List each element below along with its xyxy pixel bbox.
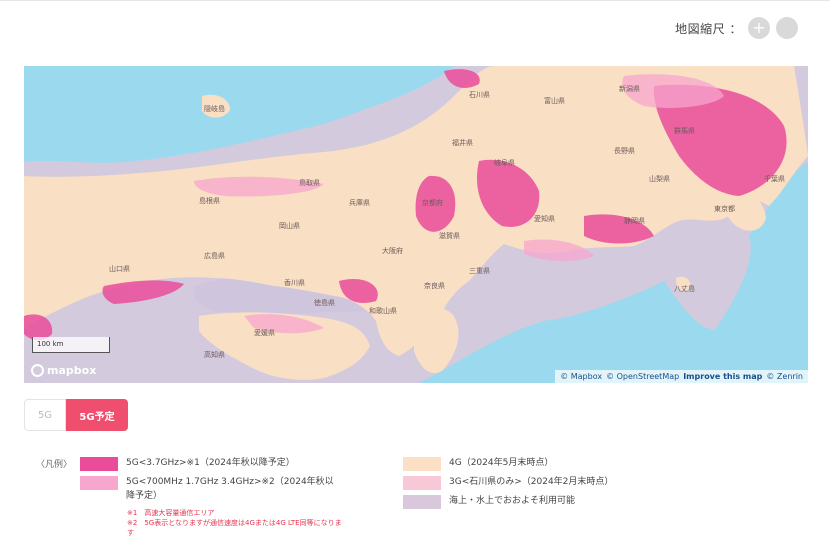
region-label: 岐阜県 <box>494 159 515 167</box>
region-label: 山口県 <box>109 265 130 273</box>
region-label: 静岡県 <box>624 217 645 225</box>
tab-5g-planned[interactable]: 5G予定 <box>66 399 128 431</box>
attribution-osm-link[interactable]: © OpenStreetMap <box>606 372 679 381</box>
legend-swatch <box>403 495 441 509</box>
region-label: 石川県 <box>469 91 490 99</box>
region-label: 奈良県 <box>424 282 445 290</box>
region-label: 高知県 <box>204 351 225 359</box>
region-label: 群馬県 <box>674 127 695 135</box>
map-attribution: © Mapbox © OpenStreetMap Improve this ma… <box>555 370 808 383</box>
network-tabs: 5G 5G予定 <box>24 399 128 431</box>
region-label: 徳島県 <box>314 299 335 307</box>
improve-map-link[interactable]: Improve this map <box>683 372 762 381</box>
region-label: 滋賀県 <box>439 232 460 240</box>
legend-swatch <box>80 476 118 490</box>
legend-swatch <box>403 476 441 490</box>
attribution-zenrin-link[interactable]: © Zenrin <box>766 372 803 381</box>
region-label: 福井県 <box>452 139 473 147</box>
legend-swatch <box>403 457 441 471</box>
region-label: 三重県 <box>469 267 490 275</box>
legend-swatch <box>80 457 118 471</box>
legend-item: 海上・水上でおおよそ利用可能 <box>403 495 575 509</box>
legend-notes: ※1 高速大容量通信エリア ※2 5G表示となりますが通信速度は4Gまたは4G … <box>127 508 347 538</box>
coverage-map[interactable]: 隠岐島 石川県 富山県 新潟県 福井県 岐阜県 長野県 群馬県 山梨県 静岡県 … <box>24 66 808 383</box>
zoom-in-button[interactable]: + <box>748 17 770 39</box>
mapbox-logo-icon <box>31 364 44 377</box>
region-label: 山梨県 <box>649 175 670 183</box>
legend-label: 5G<3.7GHz>※1（2024年秋以降予定） <box>126 458 295 468</box>
legend-item: 4G（2024年5月末時点） <box>403 457 553 471</box>
region-label: 大阪府 <box>382 247 403 255</box>
mapbox-logo-text: mapbox <box>47 364 97 377</box>
region-label: 千葉県 <box>764 175 785 183</box>
scale-bar: 100 km <box>32 337 110 353</box>
legend-note: ※1 高速大容量通信エリア <box>127 509 215 517</box>
region-label: 京都府 <box>422 199 443 207</box>
legend-item: 3G<石川県のみ>（2024年2月末時点） <box>403 476 613 490</box>
legend-note: ※2 5G表示となりますが通信速度は4Gまたは4G LTE同等になります <box>127 519 342 538</box>
region-label: 八丈島 <box>674 285 695 293</box>
legend-label: 海上・水上でおおよそ利用可能 <box>449 496 576 506</box>
legend-label: 5G<700MHz 1.7GHz 3.4GHz>※2（2024年秋以降予定） <box>126 477 334 501</box>
region-label: 富山県 <box>544 97 565 105</box>
legend-item: 5G<3.7GHz>※1（2024年秋以降予定） <box>80 457 295 471</box>
tab-5g[interactable]: 5G <box>24 399 66 431</box>
legend-label: 4G（2024年5月末時点） <box>449 458 554 468</box>
mapbox-logo[interactable]: mapbox <box>31 364 96 377</box>
map-canvas <box>24 66 808 383</box>
region-label: 隠岐島 <box>204 105 225 113</box>
legend-label: 3G<石川県のみ>（2024年2月末時点） <box>449 477 614 487</box>
region-label: 和歌山県 <box>369 307 397 315</box>
region-label: 愛媛県 <box>254 329 275 337</box>
region-label: 新潟県 <box>619 85 640 93</box>
legend-item: 5G<700MHz 1.7GHz 3.4GHz>※2（2024年秋以降予定） <box>80 476 336 503</box>
region-label: 愛知県 <box>534 215 555 223</box>
region-label: 兵庫県 <box>349 199 370 207</box>
top-divider <box>0 0 830 1</box>
zoom-control: 地図縮尺 ： + <box>675 17 798 39</box>
region-label: 島根県 <box>199 197 220 205</box>
zoom-label: 地図縮尺 ： <box>675 21 742 36</box>
region-label: 長野県 <box>614 147 635 155</box>
region-label: 広島県 <box>204 252 225 260</box>
scale-label: 100 km <box>37 340 64 348</box>
region-label: 東京都 <box>714 205 735 213</box>
legend-heading: 〈凡例〉 <box>36 460 73 470</box>
region-label: 鳥取県 <box>299 179 320 187</box>
attribution-mapbox-link[interactable]: © Mapbox <box>560 372 602 381</box>
zoom-out-button[interactable] <box>776 17 798 39</box>
region-label: 岡山県 <box>279 222 300 230</box>
region-label: 香川県 <box>284 279 305 287</box>
